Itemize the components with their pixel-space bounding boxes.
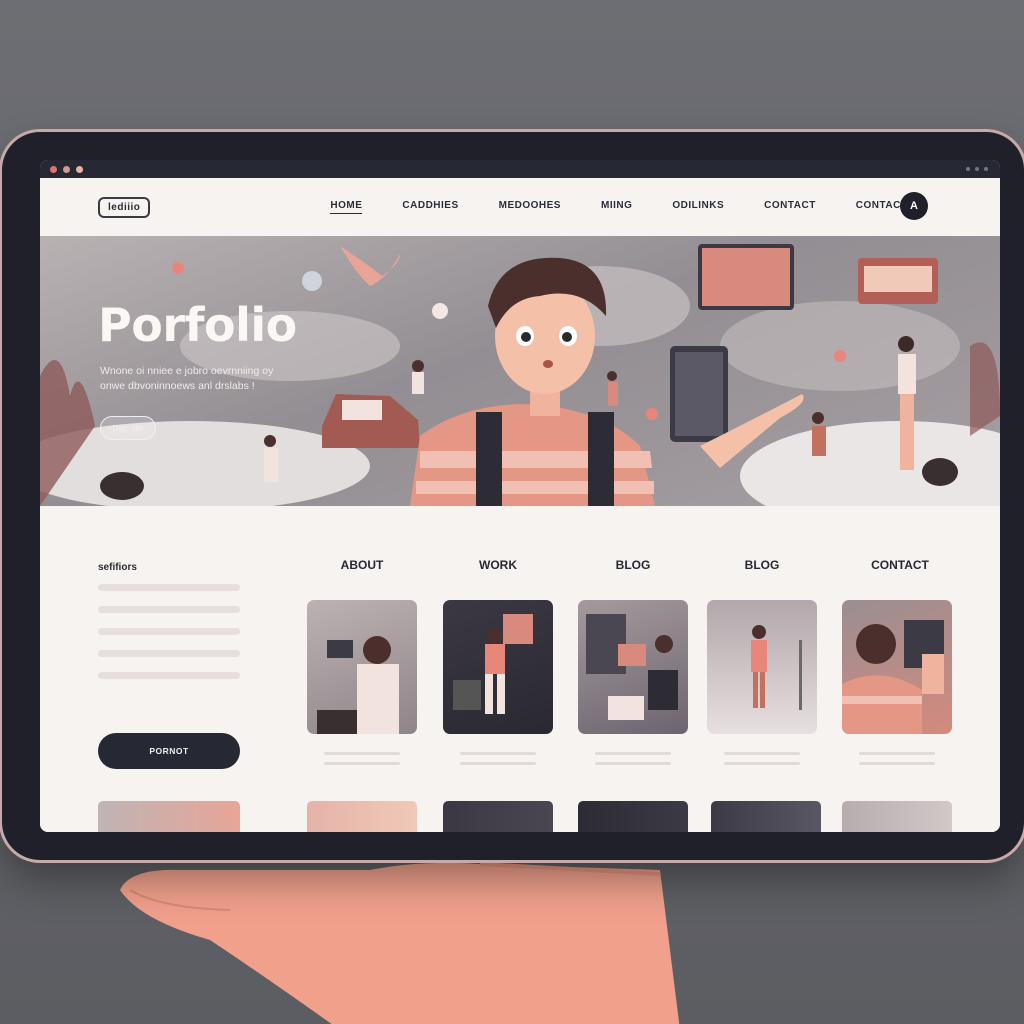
- card-caption-line: [324, 762, 400, 765]
- thumbnail[interactable]: [842, 801, 952, 832]
- sidebar-title: sefifiors: [98, 562, 137, 573]
- nav-link-3[interactable]: MEDOOHES: [499, 200, 561, 214]
- column-heading-blog: BLOG: [615, 558, 651, 572]
- thumbnail[interactable]: [98, 801, 240, 832]
- column-heading-contact: CONTACT: [871, 558, 929, 572]
- column-heading-blog-2: BLOG: [744, 558, 780, 572]
- nav-link-2[interactable]: CADDHIES: [402, 200, 458, 214]
- card-caption-line: [595, 752, 671, 755]
- card-illustration: [751, 625, 802, 710]
- card-caption-line: [724, 762, 800, 765]
- site-logo[interactable]: lediiio: [98, 196, 151, 218]
- nav-link-4[interactable]: MIING: [601, 200, 632, 214]
- minimize-dot-icon[interactable]: [63, 165, 70, 173]
- card-caption-line: [460, 762, 536, 765]
- column-heading-about: ABOUT: [340, 558, 384, 572]
- portfolio-card[interactable]: [707, 600, 817, 734]
- hero-subtitle: Wnone oi nniee e jobro oevrnniing oy onw…: [100, 365, 274, 392]
- sidebar-text-line: [98, 584, 240, 591]
- card-caption-line: [595, 762, 671, 765]
- thumbnail[interactable]: [578, 801, 688, 832]
- user-avatar[interactable]: A: [900, 192, 928, 220]
- maximize-dot-icon[interactable]: [76, 165, 83, 173]
- nav-link-5[interactable]: ODILINKS: [672, 200, 724, 214]
- card-caption-line: [324, 752, 400, 755]
- portfolio-card[interactable]: [842, 600, 952, 734]
- close-dot-icon[interactable]: [50, 165, 57, 173]
- portfolio-card[interactable]: [307, 600, 417, 734]
- browser-menu-dots-icon[interactable]: [966, 167, 988, 171]
- card-illustration: [453, 614, 533, 714]
- nav-link-contact[interactable]: CONTACT: [764, 200, 816, 214]
- thumbnail[interactable]: [307, 801, 417, 832]
- thumbnail[interactable]: [443, 801, 553, 832]
- card-illustration: [842, 620, 944, 734]
- hero-cta-button[interactable]: Digo ollo: [100, 416, 156, 440]
- sidebar-text-line: [98, 628, 240, 635]
- card-caption-line: [724, 752, 800, 755]
- nav-links: HOME CADDHIES MEDOOHES MIING ODILINKS CO…: [330, 200, 947, 214]
- card-illustration: [586, 614, 678, 720]
- card-caption-line: [460, 752, 536, 755]
- card-caption-line: [859, 762, 935, 765]
- hero-title: Porfolio: [98, 298, 297, 352]
- tablet-device: lediiio HOME CADDHIES MEDOOHES MIING ODI…: [2, 132, 1024, 860]
- portfolio-card[interactable]: [578, 600, 688, 734]
- navbar: lediiio HOME CADDHIES MEDOOHES MIING ODI…: [40, 178, 1000, 236]
- sidebar-text-line: [98, 650, 240, 657]
- portfolio-card[interactable]: [443, 600, 553, 734]
- thumbnail[interactable]: [711, 801, 821, 832]
- nav-link-home[interactable]: HOME: [330, 200, 363, 214]
- sidebar-text-line: [98, 672, 240, 679]
- sidebar-text-line: [98, 606, 240, 613]
- sidebar-button[interactable]: PORNOT: [98, 733, 240, 769]
- card-caption-line: [859, 752, 935, 755]
- hero-banner: Porfolio Wnone oi nniee e jobro oevrnnii…: [40, 236, 1000, 506]
- column-heading-work: WORK: [479, 558, 517, 572]
- browser-screen: lediiio HOME CADDHIES MEDOOHES MIING ODI…: [40, 160, 1000, 832]
- browser-chrome: [40, 160, 1000, 178]
- content-section: sefifiors PORNOT ABOUT WORK BLOG BLOG CO…: [40, 506, 1000, 832]
- card-illustration: [317, 636, 399, 734]
